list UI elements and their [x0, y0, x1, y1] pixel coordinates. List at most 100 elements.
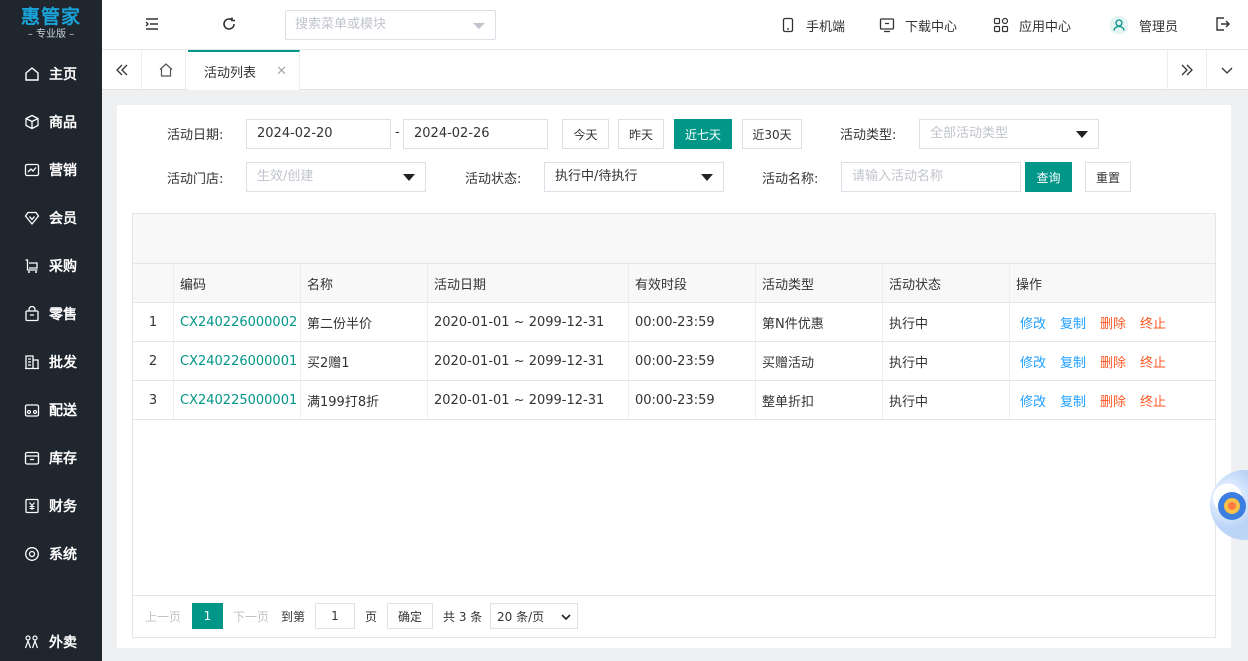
edit-link[interactable]: 修改 [1020, 352, 1046, 371]
top-bar: 搜索菜单或模块 手机端 下载中心 应用中心 管理员 [102, 0, 1248, 50]
sidebar-item-inventory[interactable]: 库存 [0, 440, 102, 476]
actions-cell: 修改 复制 删除 终止 [1010, 342, 1215, 380]
sidebar-item-label: 营销 [49, 163, 77, 179]
tab-home[interactable] [146, 50, 186, 90]
today-button[interactable]: 今天 [562, 119, 609, 149]
app-center-label: 应用中心 [1019, 19, 1072, 35]
code-link[interactable]: CX240226000002 [180, 315, 297, 330]
sidebar-item-member[interactable]: 会员 [0, 200, 102, 236]
download-center-link[interactable]: 下载中心 [879, 0, 957, 50]
sidebar-item-label: 商品 [49, 115, 77, 131]
activity-type-select[interactable]: 全部活动类型 [919, 119, 1099, 149]
copy-link[interactable]: 复制 [1060, 313, 1086, 332]
date-separator: - [395, 125, 400, 140]
table-toolbar [133, 214, 1215, 264]
tabs-scroll-right-button[interactable] [1167, 50, 1207, 90]
delete-link[interactable]: 删除 [1100, 391, 1126, 410]
row-index: 1 [133, 303, 174, 341]
col-header-date: 活动日期 [428, 264, 629, 302]
table-row: 2 CX240226000001 买2赠1 2020-01-01 ~ 2099-… [133, 342, 1215, 381]
grid-icon [993, 17, 1009, 33]
sidebar-item-marketing[interactable]: 营销 [0, 152, 102, 188]
sidebar-item-system[interactable]: 系统 [0, 536, 102, 572]
goto-confirm-button[interactable]: 确定 [387, 603, 433, 629]
tabs-scroll-left-button[interactable] [102, 50, 142, 90]
sidebar-item-retail[interactable]: 零售 [0, 296, 102, 332]
next-page-button[interactable]: 下一页 [233, 603, 269, 629]
goto-page-input[interactable]: 1 [315, 603, 355, 629]
search-placeholder: 搜索菜单或模块 [295, 17, 387, 32]
activity-table: 编码 名称 活动日期 有效时段 活动类型 活动状态 操作 1 CX2402260… [132, 213, 1216, 638]
last-30-days-button[interactable]: 近30天 [742, 119, 802, 149]
menu-search-select[interactable]: 搜索菜单或模块 [285, 10, 496, 40]
last-7-days-button[interactable]: 近七天 [674, 119, 732, 149]
sidebar-item-goods[interactable]: 商品 [0, 104, 102, 140]
col-header-code: 编码 [174, 264, 301, 302]
sidebar-item-delivery[interactable]: 配送 [0, 392, 102, 428]
activity-name-input[interactable]: 请输入活动名称 [841, 162, 1021, 192]
page-size-select[interactable]: 20 条/页 [490, 603, 578, 629]
yesterday-button[interactable]: 昨天 [618, 119, 664, 149]
mobile-link[interactable]: 手机端 [780, 0, 845, 50]
app-center-link[interactable]: 应用中心 [993, 0, 1071, 50]
chevron-down-icon [473, 23, 485, 29]
phone-icon [782, 17, 794, 33]
store-select[interactable]: 生效/创建 [246, 162, 426, 192]
sidebar-item-label: 采购 [49, 259, 77, 275]
type-cell: 买赠活动 [756, 342, 883, 380]
finance-icon [25, 498, 39, 514]
stop-link[interactable]: 终止 [1140, 391, 1166, 410]
logout-icon[interactable] [1213, 15, 1231, 33]
prev-page-button[interactable]: 上一页 [145, 603, 181, 629]
sidebar-item-label: 财务 [49, 499, 77, 515]
reset-button[interactable]: 重置 [1085, 162, 1131, 192]
stop-link[interactable]: 终止 [1140, 313, 1166, 332]
refresh-icon[interactable] [220, 15, 238, 33]
date-end-input[interactable]: 2024-02-26 [403, 119, 548, 149]
activity-list-panel: 活动日期: 2024-02-20 - 2024-02-26 今天 昨天 近七天 … [117, 105, 1231, 648]
tab-activity-list[interactable]: 活动列表 ✕ [188, 50, 300, 90]
sidebar-item-takeout[interactable]: 外卖 [0, 624, 102, 660]
tabs-menu-button[interactable] [1207, 50, 1247, 90]
copy-link[interactable]: 复制 [1060, 352, 1086, 371]
edit-link[interactable]: 修改 [1020, 391, 1046, 410]
close-icon[interactable]: ✕ [276, 64, 287, 79]
query-button[interactable]: 查询 [1025, 162, 1072, 192]
code-cell: CX240225000001 [174, 381, 301, 419]
copy-link[interactable]: 复制 [1060, 391, 1086, 410]
name-cell: 第二份半价 [301, 303, 428, 341]
tab-label: 活动列表 [204, 65, 257, 81]
table-row: 1 CX240226000002 第二份半价 2020-01-01 ~ 2099… [133, 303, 1215, 342]
menu-collapse-icon[interactable] [143, 15, 161, 33]
page-unit: 页 [365, 609, 378, 624]
status-select[interactable]: 执行中/待执行 [544, 162, 724, 192]
name-cell: 满199打8折 [301, 381, 428, 419]
time-cell: 00:00-23:59 [629, 381, 756, 419]
chevron-down-icon [561, 614, 571, 621]
code-link[interactable]: CX240225000001 [180, 393, 297, 408]
sidebar-item-finance[interactable]: 财务 [0, 488, 102, 524]
logo-title: 惠管家 [20, 6, 81, 28]
code-link[interactable]: CX240226000001 [180, 354, 297, 369]
date-start-input[interactable]: 2024-02-20 [246, 119, 391, 149]
mobile-label: 手机端 [806, 19, 846, 35]
time-cell: 00:00-23:59 [629, 342, 756, 380]
sidebar-item-wholesale[interactable]: 批发 [0, 344, 102, 380]
delete-link[interactable]: 删除 [1100, 352, 1126, 371]
code-cell: CX240226000001 [174, 342, 301, 380]
current-page[interactable]: 1 [192, 603, 223, 629]
sidebar-item-label: 系统 [49, 547, 77, 563]
edit-link[interactable]: 修改 [1020, 313, 1046, 332]
delete-link[interactable]: 删除 [1100, 313, 1126, 332]
download-center-label: 下载中心 [905, 19, 958, 35]
sidebar-item-purchase[interactable]: 采购 [0, 248, 102, 284]
user-name: 管理员 [1139, 19, 1179, 35]
sidebar-item-home[interactable]: 主页 [0, 56, 102, 92]
stop-link[interactable]: 终止 [1140, 352, 1166, 371]
user-menu[interactable]: 管理员 [1109, 0, 1178, 50]
type-value: 全部活动类型 [930, 126, 1009, 141]
status-label: 活动状态: [465, 172, 522, 187]
home-icon [159, 63, 172, 77]
chart-icon [24, 163, 40, 177]
sidebar-item-label: 会员 [49, 211, 77, 227]
